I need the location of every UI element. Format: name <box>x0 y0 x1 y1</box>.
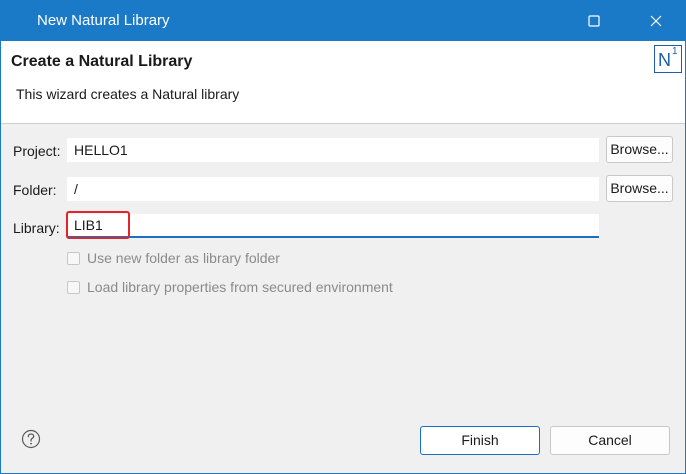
wizard-content: Project: Browse... Folder: Browse... Lib… <box>1 124 685 404</box>
folder-field[interactable] <box>67 177 599 201</box>
maximize-icon <box>588 15 600 27</box>
folder-browse-button[interactable]: Browse... <box>606 175 673 202</box>
window-title: New Natural Library <box>37 12 170 29</box>
secured-env-checkbox-label: Load library properties from secured env… <box>87 279 393 295</box>
wizard-title: Create a Natural Library <box>11 53 193 70</box>
secured-env-checkbox-row[interactable]: Load library properties from secured env… <box>67 277 393 297</box>
folder-label: Folder: <box>13 182 57 198</box>
title-bar[interactable]: New Natural Library <box>1 1 685 41</box>
project-label: Project: <box>13 143 61 159</box>
logo-superscript: 1 <box>672 46 678 57</box>
help-button[interactable] <box>21 429 41 449</box>
logo-letter: N <box>658 50 671 70</box>
project-field[interactable] <box>67 138 599 162</box>
wizard-footer: Finish Cancel <box>1 404 685 473</box>
close-icon <box>650 15 662 27</box>
new-folder-checkbox-row[interactable]: Use new folder as library folder <box>67 248 280 268</box>
wizard-description: This wizard creates a Natural library <box>16 86 240 102</box>
project-browse-button[interactable]: Browse... <box>606 136 673 163</box>
maximize-button[interactable] <box>571 1 617 41</box>
help-icon <box>21 429 41 449</box>
wizard-dialog: New Natural Library Create a Natural Lib… <box>0 0 686 474</box>
wizard-banner: Create a Natural Library This wizard cre… <box>1 41 685 124</box>
library-label: Library: <box>13 220 60 236</box>
secured-env-checkbox[interactable] <box>67 280 80 294</box>
finish-button[interactable]: Finish <box>420 426 540 455</box>
cancel-button[interactable]: Cancel <box>550 426 670 455</box>
new-folder-checkbox[interactable] <box>67 251 80 265</box>
natural-logo: N 1 <box>654 45 682 73</box>
library-field[interactable] <box>67 214 599 238</box>
close-button[interactable] <box>633 1 679 41</box>
new-folder-checkbox-label: Use new folder as library folder <box>87 250 280 266</box>
